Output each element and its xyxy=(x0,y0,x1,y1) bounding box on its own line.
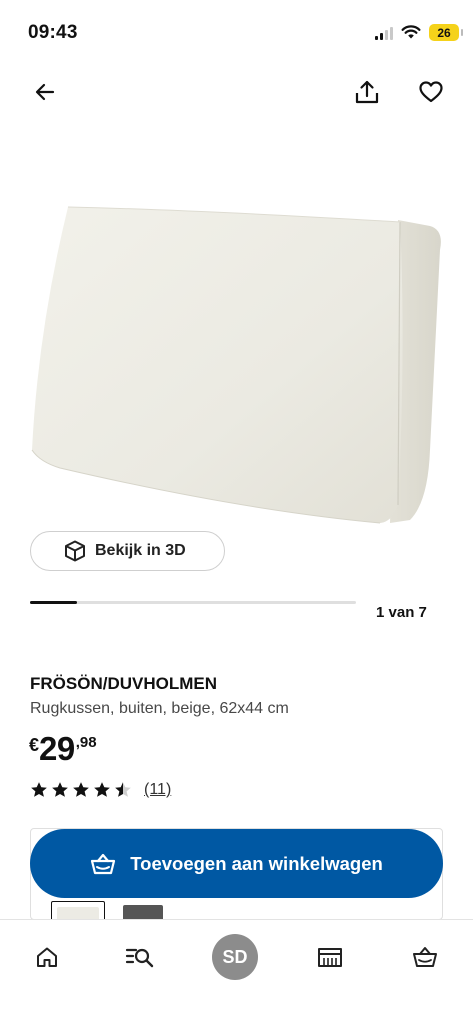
rating-stars xyxy=(30,781,132,799)
rating-count-link[interactable]: (11) xyxy=(144,781,171,799)
avatar: SD xyxy=(212,934,258,980)
price-decimals: ,98 xyxy=(75,734,97,751)
gallery-progress-fill xyxy=(30,600,77,604)
view-in-3d-label: Bekijk in 3D xyxy=(95,542,186,559)
add-to-cart-button[interactable]: Toevoegen aan winkelwagen xyxy=(30,829,443,898)
product-description: Rugkussen, buiten, beige, 62x44 cm xyxy=(30,700,289,717)
store-icon xyxy=(318,948,342,967)
star-icon xyxy=(31,782,47,797)
rating[interactable]: (11) xyxy=(30,781,171,799)
star-icon xyxy=(115,782,131,797)
cart-icon xyxy=(413,947,437,967)
favorite-button[interactable] xyxy=(411,72,451,112)
home-icon xyxy=(37,947,57,967)
gallery-progress xyxy=(30,600,356,604)
share-button[interactable] xyxy=(347,72,387,112)
price-integer: 29 xyxy=(39,730,75,767)
star-icon xyxy=(73,782,89,797)
view-in-3d-button[interactable]: Bekijk in 3D xyxy=(30,531,225,571)
tab-home[interactable] xyxy=(23,934,71,980)
cushion-image xyxy=(31,206,441,524)
back-button[interactable] xyxy=(25,72,65,112)
cube-icon xyxy=(65,540,85,562)
color-swatch-beige[interactable] xyxy=(51,901,105,919)
tab-stores[interactable] xyxy=(306,934,354,980)
product-price: € 29 ,98 xyxy=(29,730,97,768)
top-nav xyxy=(0,72,473,112)
bottom-tab-bar: SD xyxy=(0,919,473,1024)
tab-profile[interactable]: SD xyxy=(211,934,259,980)
cart-icon xyxy=(91,853,116,874)
signal-icon xyxy=(375,26,393,40)
product-name: FRÖSÖN/DUVHOLMEN xyxy=(30,674,217,693)
gallery-counter: 1 van 7 xyxy=(376,604,427,621)
search-list-icon xyxy=(125,948,154,968)
status-icons: 26 xyxy=(375,24,463,41)
tab-search[interactable] xyxy=(116,934,164,980)
price-currency: € xyxy=(29,735,40,755)
color-swatch-grey[interactable] xyxy=(123,905,163,919)
status-bar: 09:43 26 xyxy=(0,0,473,64)
share-icon xyxy=(355,80,379,104)
add-to-cart-label: Toevoegen aan winkelwagen xyxy=(130,852,383,874)
star-icon xyxy=(94,782,110,797)
tab-cart[interactable] xyxy=(401,934,449,980)
battery-icon: 26 xyxy=(429,24,463,41)
status-time: 09:43 xyxy=(28,22,78,43)
arrow-left-icon xyxy=(35,83,55,101)
heart-icon xyxy=(419,81,443,103)
star-icon xyxy=(52,782,68,797)
wifi-icon xyxy=(401,25,421,39)
product-image[interactable] xyxy=(0,150,473,540)
